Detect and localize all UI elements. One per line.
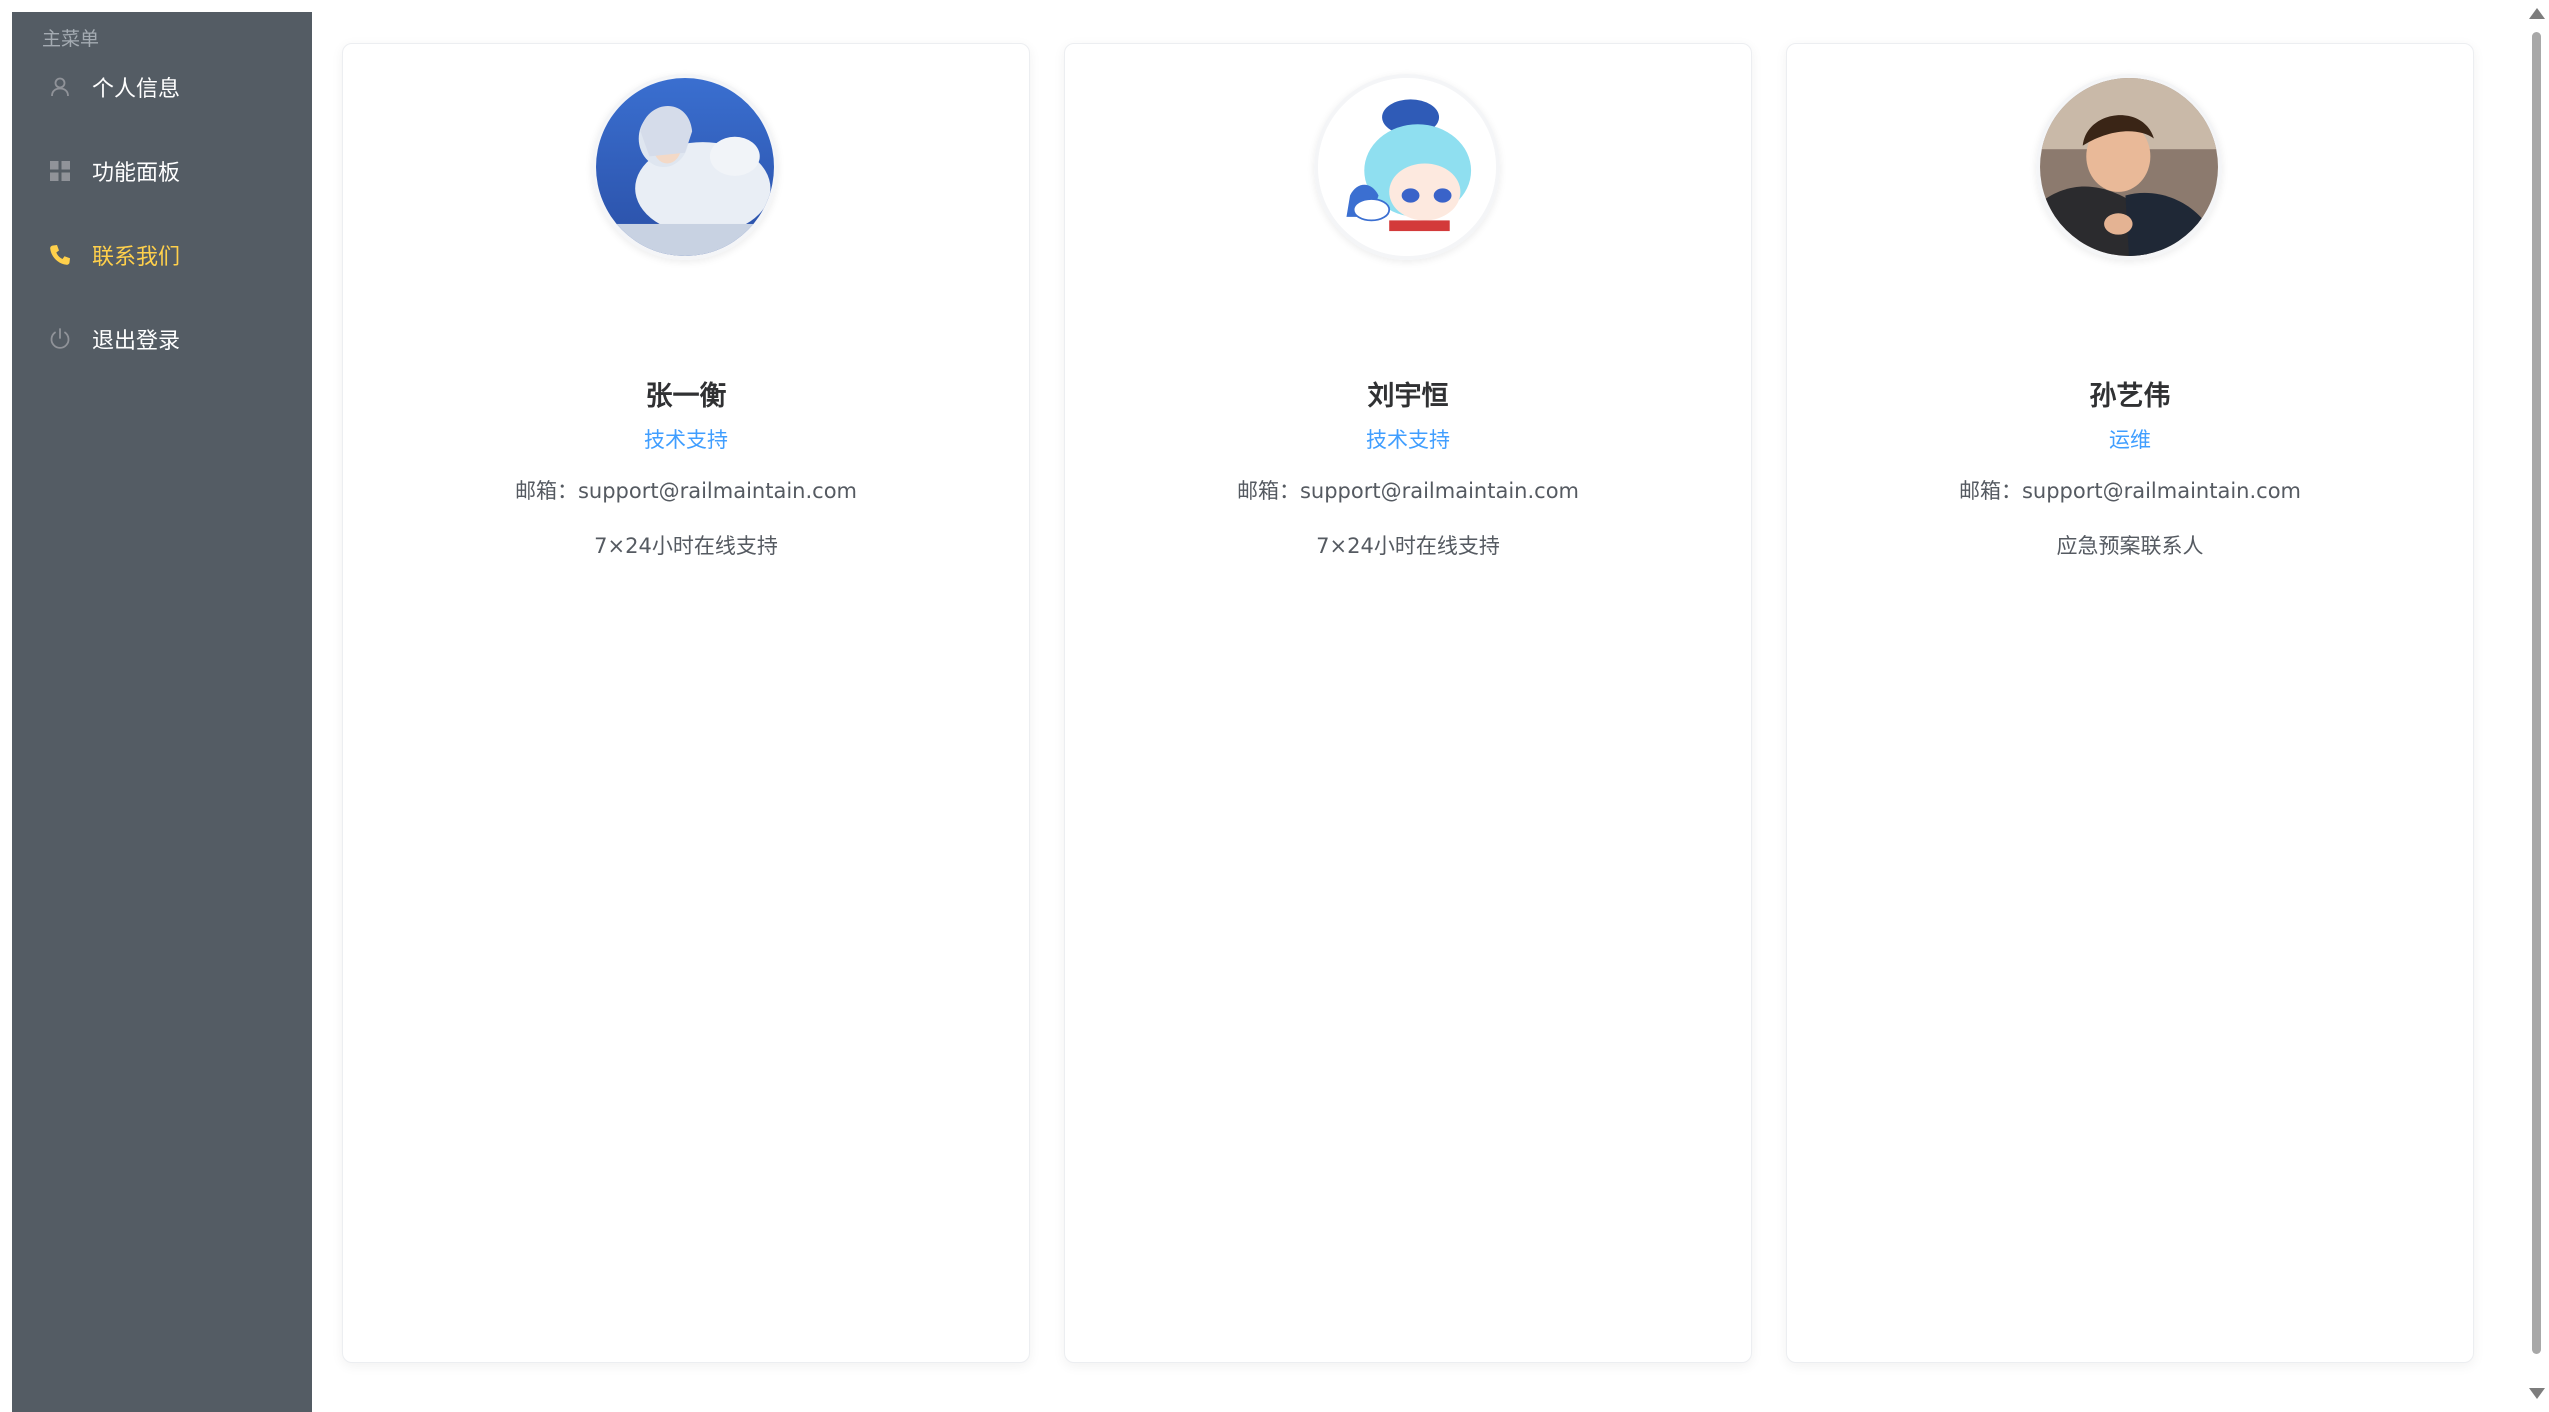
avatar [1314, 74, 1500, 260]
contact-card: 张一衡 技术支持 邮箱：support@railmaintain.com 7×2… [342, 43, 1030, 1363]
avatar [592, 74, 778, 260]
contact-note: 7×24小时在线支持 [594, 534, 778, 558]
contact-email: 邮箱：support@railmaintain.com [514, 479, 858, 503]
scroll-up-arrow-icon[interactable] [2529, 8, 2545, 19]
contact-email: 邮箱：support@railmaintain.com [1236, 479, 1580, 503]
sidebar-border [310, 392, 312, 1412]
contact-role: 技术支持 [644, 428, 728, 452]
contact-role: 运维 [2109, 428, 2151, 452]
menu-item-label: 功能面板 [92, 161, 181, 186]
menu-item-label: 个人信息 [92, 77, 181, 102]
menu-item-logout[interactable]: 退出登录 [12, 297, 312, 381]
power-icon [47, 326, 73, 352]
grid-icon [47, 158, 73, 184]
contact-card: 刘宇恒 技术支持 邮箱：support@railmaintain.com 7×2… [1064, 43, 1752, 1363]
avatar [2036, 74, 2222, 260]
contact-note: 应急预案联系人 [2056, 534, 2204, 558]
vertical-scrollbar[interactable] [2524, 0, 2549, 1412]
contact-role: 技术支持 [1366, 428, 1450, 452]
contact-name: 孙艺伟 [2089, 381, 2171, 412]
contact-note: 7×24小时在线支持 [1316, 534, 1500, 558]
user-icon [47, 74, 73, 100]
sidebar-menu: 主菜单 个人信息 功能面板 联系我们 退出登录 [12, 12, 312, 1412]
menu-item-profile[interactable]: 个人信息 [12, 45, 312, 129]
menu-item-dashboard[interactable]: 功能面板 [12, 129, 312, 213]
contact-name: 刘宇恒 [1367, 381, 1449, 412]
menu-item-label: 退出登录 [92, 329, 181, 354]
contact-name: 张一衡 [645, 381, 727, 412]
contact-card: 孙艺伟 运维 邮箱：support@railmaintain.com 应急预案联… [1786, 43, 2474, 1363]
scroll-down-arrow-icon[interactable] [2529, 1388, 2545, 1399]
contact-email: 邮箱：support@railmaintain.com [1958, 479, 2302, 503]
scroll-thumb[interactable] [2532, 32, 2541, 1354]
phone-icon [47, 242, 73, 268]
menu-item-label: 联系我们 [92, 245, 181, 270]
menu-item-contact[interactable]: 联系我们 [12, 213, 312, 297]
